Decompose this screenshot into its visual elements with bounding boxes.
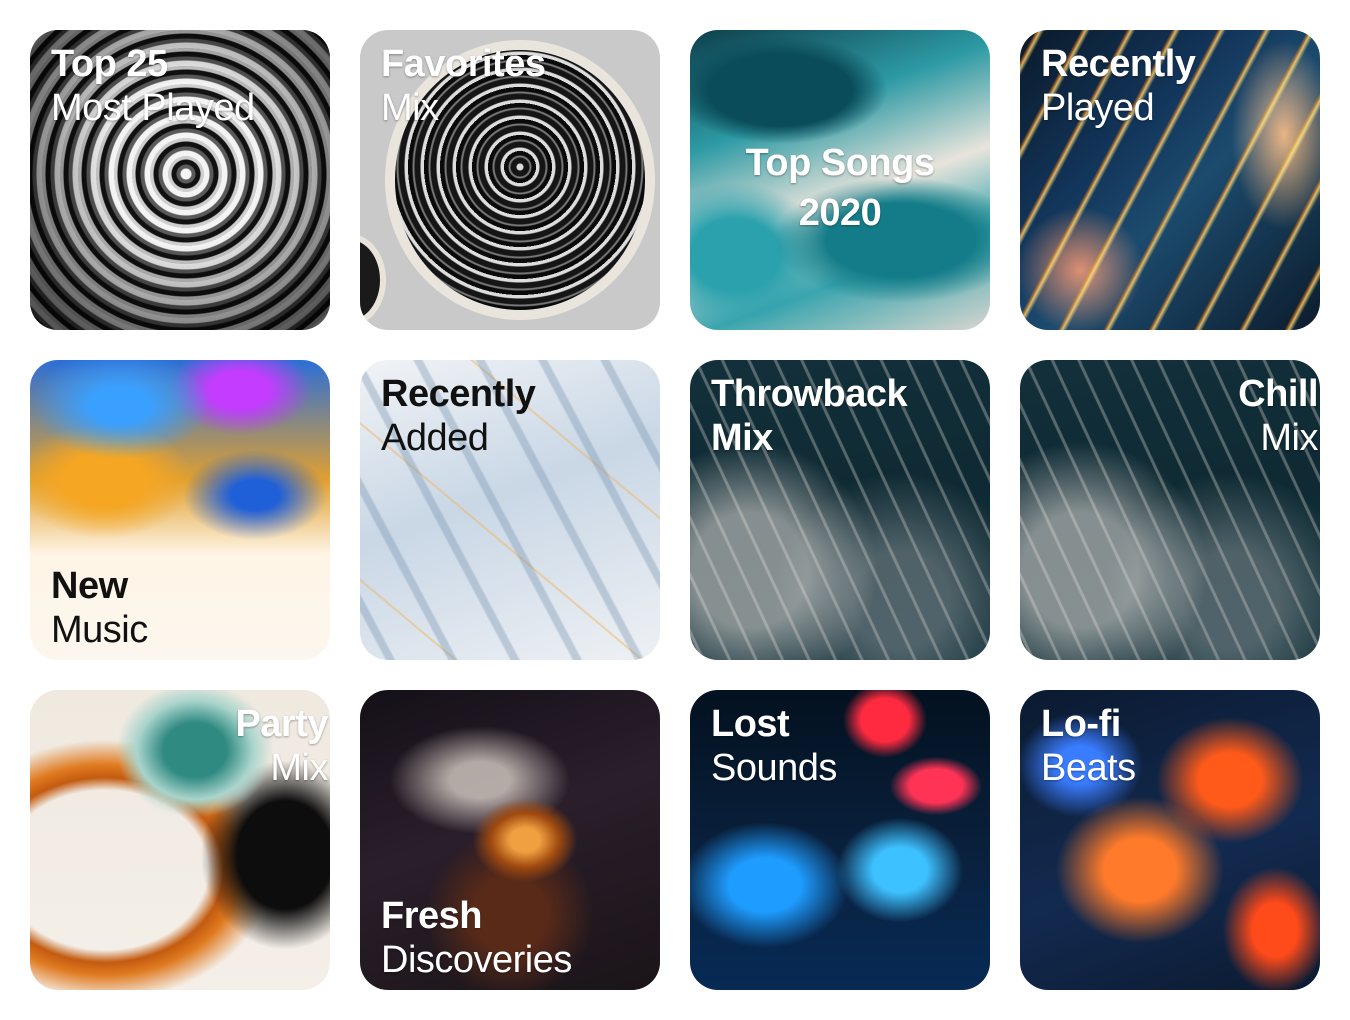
playlist-tile-chill-mix[interactable]: Chill Mix xyxy=(1020,360,1320,660)
tile-title-line1: Favorites xyxy=(381,43,546,85)
tile-title: Top 25 Most Played xyxy=(51,42,255,130)
playlist-tile-throwback-mix[interactable]: Throwback Mix xyxy=(690,360,990,660)
tile-title-line1: Lost xyxy=(711,703,790,745)
tile-title-line1: New xyxy=(51,565,128,607)
tile-title: Chill Mix xyxy=(1238,372,1318,460)
tile-title-line1: Fresh xyxy=(381,895,482,937)
tile-title-line1: Chill xyxy=(1238,373,1318,415)
tile-title: New Music xyxy=(51,564,148,652)
tile-title: Favorites Mix xyxy=(381,42,546,130)
tile-title-line1: Throwback xyxy=(711,373,908,415)
tile-title-line1: Lo-fi xyxy=(1041,703,1121,745)
tile-title-line1: Party xyxy=(235,703,328,745)
tile-title-line2: Played xyxy=(1041,87,1155,129)
artwork-spot xyxy=(360,240,380,320)
tile-title-line2: Mix xyxy=(1260,417,1318,459)
tile-title-line2: Mix xyxy=(270,747,328,789)
tile-title-line1: Recently xyxy=(1041,43,1196,85)
tile-title: Top Songs 2020 xyxy=(690,138,990,238)
playlist-grid: Top 25 Most Played Favorites Mix Top Son… xyxy=(30,30,1320,990)
tile-title-line2: Music xyxy=(51,609,148,651)
playlist-tile-favorites-mix[interactable]: Favorites Mix xyxy=(360,30,660,330)
playlist-tile-fresh-discoveries[interactable]: Fresh Discoveries xyxy=(360,690,660,990)
tile-title-line2: Beats xyxy=(1041,747,1136,789)
tile-title-line2: Mix xyxy=(711,417,773,459)
tile-title-line1: Top Songs xyxy=(745,142,936,184)
tile-title: Fresh Discoveries xyxy=(381,894,572,982)
tile-title: Throwback Mix xyxy=(711,372,908,460)
tile-title-line2: Added xyxy=(381,417,489,459)
playlist-tile-top-songs-2020[interactable]: Top Songs 2020 xyxy=(690,30,990,330)
tile-title-line2: Mix xyxy=(381,87,439,129)
tile-title-line2: Most Played xyxy=(51,87,255,129)
playlist-tile-recently-added[interactable]: Recently Added xyxy=(360,360,660,660)
tile-title-line2: Sounds xyxy=(711,747,837,789)
tile-title: Lost Sounds xyxy=(711,702,837,790)
tile-title-line2: Discoveries xyxy=(381,939,572,981)
playlist-tile-top-25-most-played[interactable]: Top 25 Most Played xyxy=(30,30,330,330)
playlist-tile-lost-sounds[interactable]: Lost Sounds xyxy=(690,690,990,990)
tile-title-line1: Top 25 xyxy=(51,43,168,85)
tile-title: Recently Added xyxy=(381,372,536,460)
tile-title: Party Mix xyxy=(235,702,328,790)
playlist-tile-new-music[interactable]: New Music xyxy=(30,360,330,660)
playlist-tile-lo-fi-beats[interactable]: Lo-fi Beats xyxy=(1020,690,1320,990)
tile-title-line1: Recently xyxy=(381,373,536,415)
tile-title: Recently Played xyxy=(1041,42,1196,130)
playlist-tile-party-mix[interactable]: Party Mix xyxy=(30,690,330,990)
playlist-tile-recently-played[interactable]: Recently Played xyxy=(1020,30,1320,330)
tile-title-line2: 2020 xyxy=(798,192,882,234)
tile-title: Lo-fi Beats xyxy=(1041,702,1136,790)
